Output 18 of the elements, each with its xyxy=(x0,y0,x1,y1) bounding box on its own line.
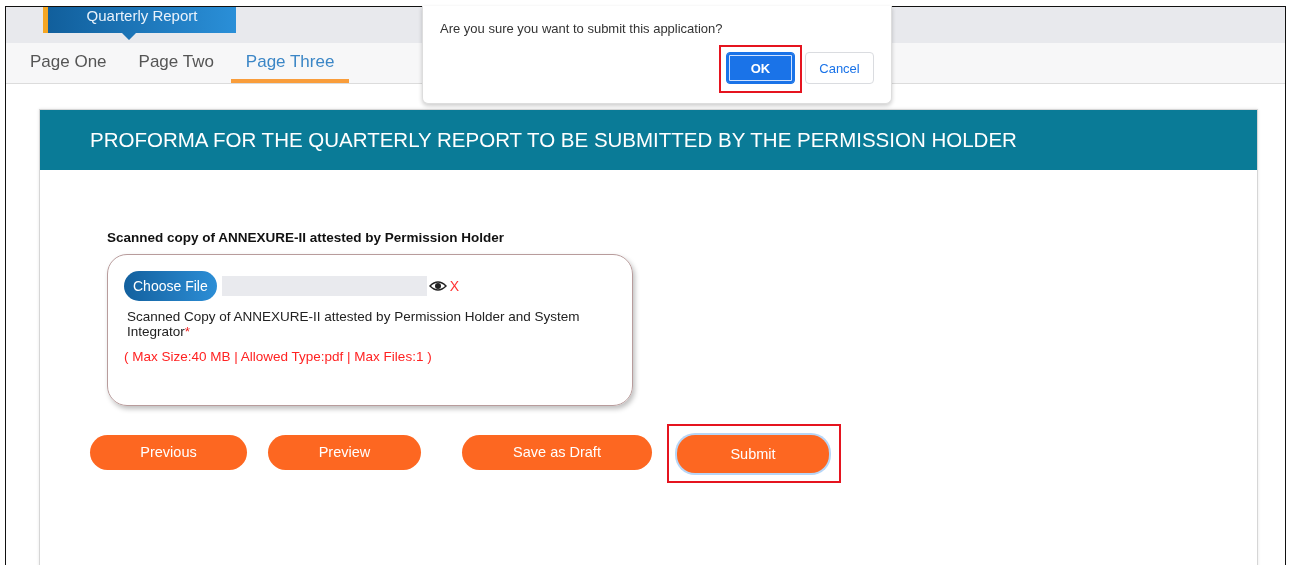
upload-limits: ( Max Size:40 MB | Allowed Type:pdf | Max Files:1 ) xyxy=(124,349,433,364)
form-button[interactable]: Save as Draft xyxy=(462,434,652,470)
dialog-message: Are you sure you want to submit this application? xyxy=(440,21,724,36)
remove-link[interactable]: X xyxy=(449,278,460,294)
form-button[interactable]: Preview xyxy=(268,434,421,470)
upload-label: Scanned copy of ANNEXURE-II attested by Permission Holder xyxy=(107,230,506,245)
form-button[interactable]: Previous xyxy=(90,434,247,470)
tab[interactable]: Page Three xyxy=(230,43,350,83)
banner-label: Quarterly Report xyxy=(43,7,236,40)
form-button[interactable]: Submit xyxy=(677,435,829,473)
choose-file-button[interactable]: Choose File xyxy=(124,271,217,301)
eye-icon[interactable] xyxy=(428,280,447,292)
form-heading: PROFORMA FOR THE QUARTERLY REPORT TO BE SUBMITTED BY THE PERMISSION HOLDER xyxy=(40,110,1257,170)
dialog-button[interactable]: OK xyxy=(726,52,795,84)
dialog-button[interactable]: Cancel xyxy=(805,52,874,84)
tab[interactable]: Page Two xyxy=(123,43,229,83)
tab[interactable]: Page One xyxy=(15,43,122,83)
upload-description: Scanned Copy of ANNEXURE-II attested by Permission Holder and System Integrator* xyxy=(126,309,581,339)
